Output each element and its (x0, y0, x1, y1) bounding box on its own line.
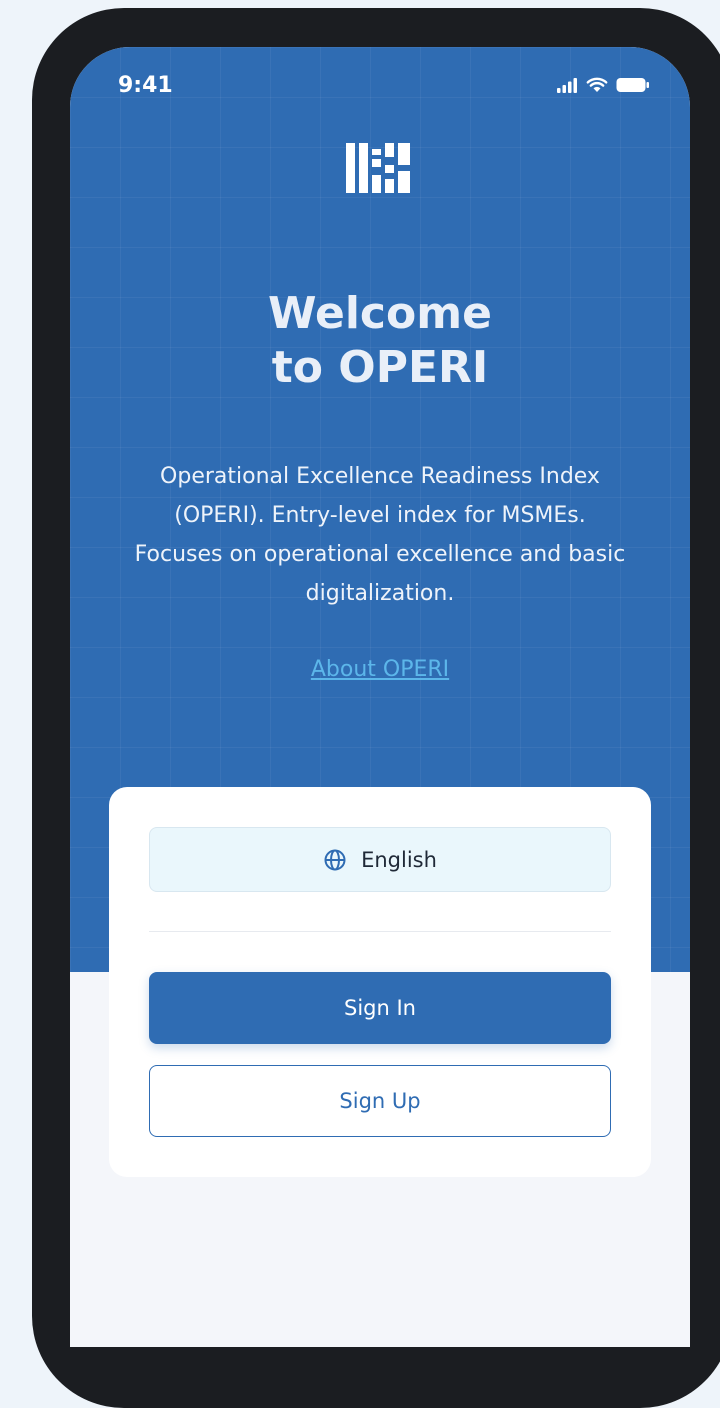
sign-up-button[interactable]: Sign Up (149, 1065, 611, 1137)
about-operi-link[interactable]: About OPERI (70, 657, 690, 682)
sign-in-button[interactable]: Sign In (149, 972, 611, 1044)
globe-icon (324, 849, 346, 870)
card-divider (149, 931, 611, 932)
operi-logo-icon (346, 143, 410, 193)
status-time: 9:41 (118, 73, 173, 98)
signal-icon (557, 78, 577, 93)
battery-icon (616, 78, 649, 92)
status-icons (556, 77, 650, 93)
wifi-icon (586, 77, 608, 92)
operi-description: Operational Excellence Readiness Index (… (134, 464, 626, 606)
language-selector[interactable]: English (149, 827, 611, 892)
welcome-title-line2: to OPERI (271, 342, 489, 393)
welcome-title-line1: Welcome (268, 288, 492, 339)
app-screen: 9:41 Welcome to OPERI Operational Excell… (70, 47, 690, 1347)
welcome-title: Welcome to OPERI (70, 287, 690, 395)
auth-card: English Sign In Sign Up (109, 787, 651, 1177)
language-label: English (361, 847, 437, 872)
